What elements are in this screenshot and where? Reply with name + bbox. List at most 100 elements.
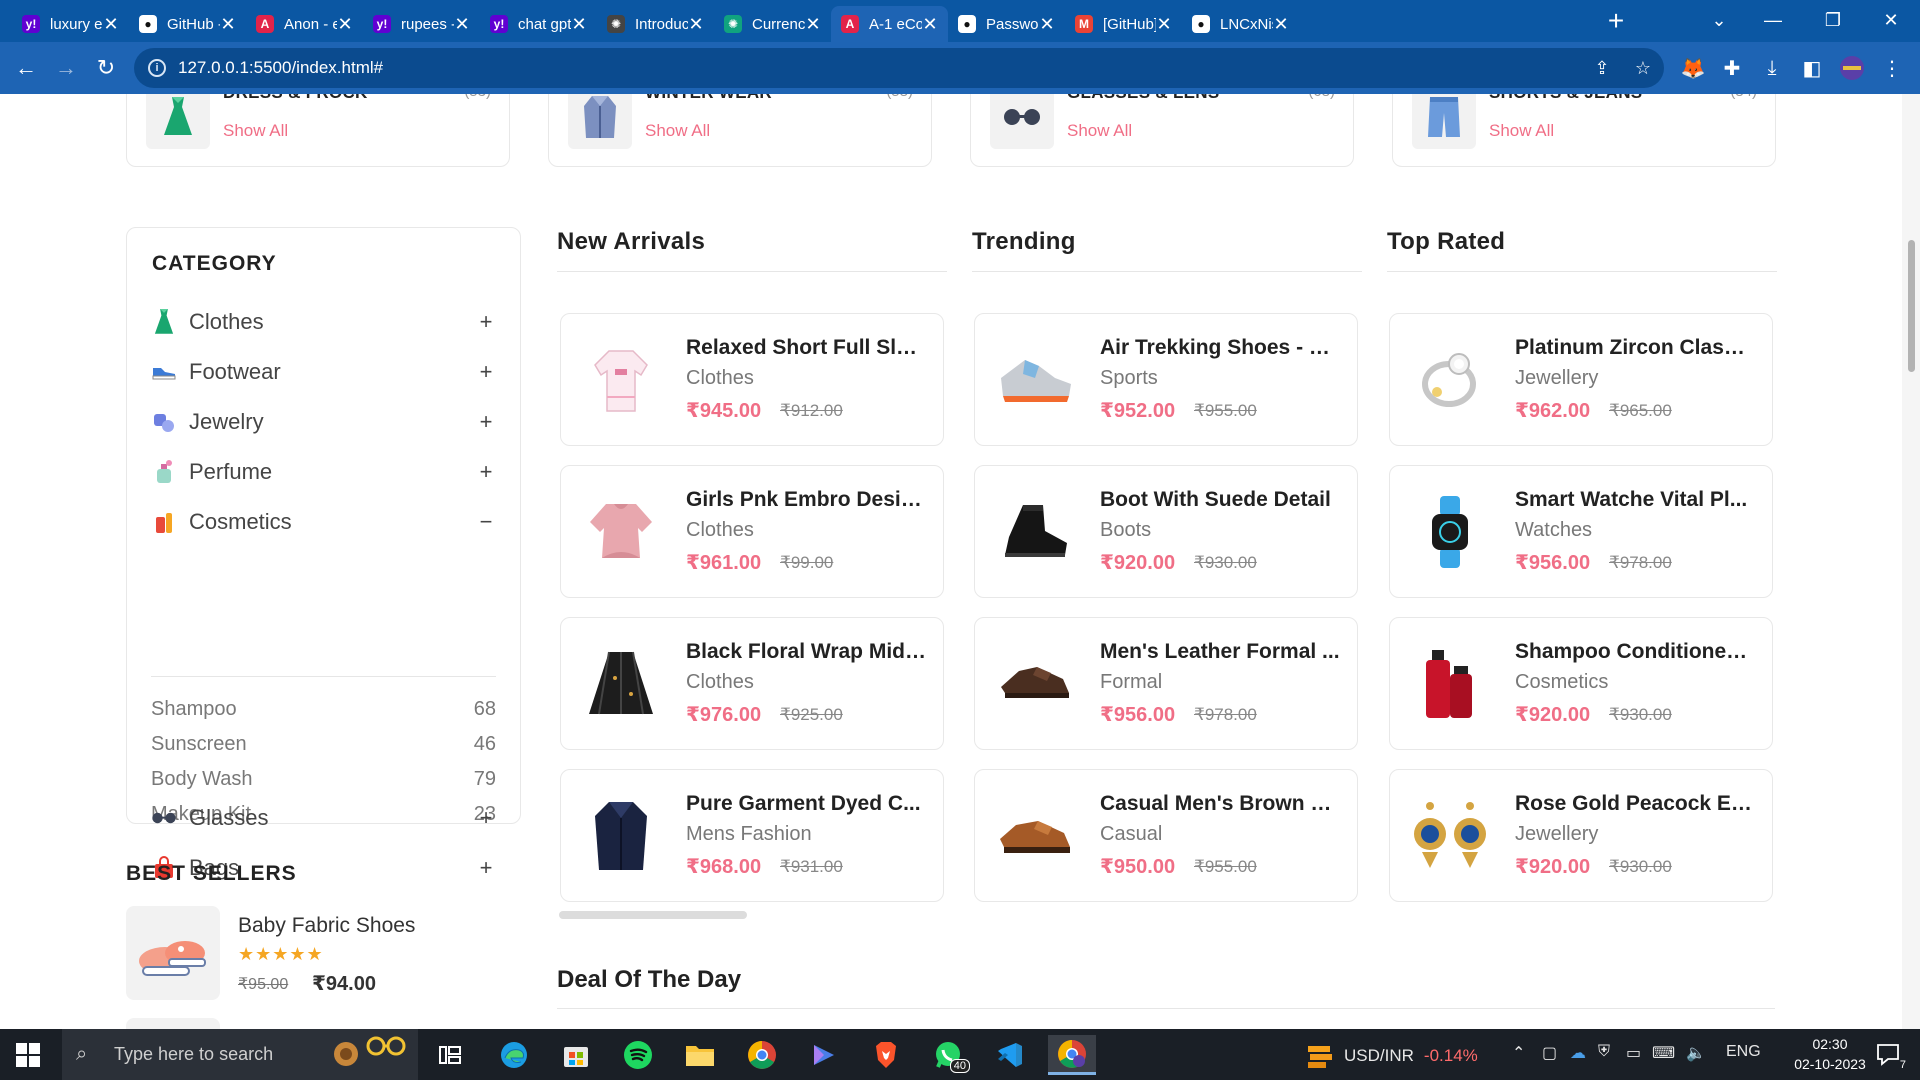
browser-tab[interactable]: ● Passwor ✕: [948, 6, 1065, 42]
product-category[interactable]: Jewellery: [1515, 823, 1598, 846]
product-card[interactable]: Smart Watche Vital Pl... Watches ₹956.00 ₹9…: [1389, 465, 1773, 598]
close-tab-icon[interactable]: ✕: [1273, 14, 1289, 35]
product-card[interactable]: Girls Pnk Embro Desig... Clothes ₹961.00 ₹9…: [560, 465, 944, 598]
product-category[interactable]: Watches: [1515, 519, 1592, 542]
boot-icon[interactable]: [995, 492, 1075, 572]
expand-toggle-icon[interactable]: +: [476, 359, 496, 385]
best-seller-name[interactable]: Baby Fabric Shoes: [238, 914, 415, 938]
show-all-link[interactable]: Show All: [1067, 121, 1132, 141]
search-highlight-icon[interactable]: [326, 1032, 410, 1077]
best-seller-card[interactable]: Baby Fabric Shoes ★★★★★ ₹95.00 ₹94.00: [126, 906, 521, 1002]
battery-icon[interactable]: ▭: [1626, 1043, 1641, 1063]
sidebar-item-jewelry[interactable]: Jewelry +: [151, 402, 496, 442]
sidebar-item-cosmetics[interactable]: Cosmetics −: [151, 502, 496, 542]
formal-shoe-icon[interactable]: [995, 644, 1075, 724]
top-icon[interactable]: [581, 492, 661, 572]
close-window-button[interactable]: ✕: [1866, 0, 1916, 40]
new-tab-button[interactable]: +: [1598, 6, 1634, 36]
volume-icon[interactable]: 🔈: [1686, 1043, 1706, 1063]
sidebar-item-footwear[interactable]: Footwear +: [151, 352, 496, 392]
ring-icon[interactable]: [1410, 340, 1490, 420]
chrome-icon[interactable]: [738, 1035, 786, 1075]
browser-menu-icon[interactable]: ⋮: [1878, 54, 1906, 82]
product-card[interactable]: Rose Gold Peacock Ea... Jewellery ₹920.00 ₹…: [1389, 769, 1773, 902]
brave-icon[interactable]: [862, 1035, 910, 1075]
product-name[interactable]: Smart Watche Vital Pl...: [1515, 488, 1755, 512]
subcategory-item[interactable]: Shampoo 68: [151, 694, 496, 724]
close-tab-icon[interactable]: ✕: [805, 14, 821, 35]
browser-tab[interactable]: ● LNCxNis✕: [1182, 6, 1299, 42]
product-name[interactable]: Boot With Suede Detail: [1100, 488, 1340, 512]
language-indicator[interactable]: ENG: [1726, 1043, 1761, 1061]
category-card[interactable]: Winter Wear (58) Show All: [548, 94, 932, 167]
tab-search-icon[interactable]: ⌄: [1694, 0, 1744, 40]
close-tab-icon[interactable]: ✕: [922, 14, 938, 35]
microsoft-store-icon[interactable]: [552, 1035, 600, 1075]
product-category[interactable]: Sports: [1100, 367, 1158, 390]
horizontal-scrollbar[interactable]: [559, 911, 747, 919]
product-card[interactable]: Boot With Suede Detail Boots ₹920.00 ₹930.0…: [974, 465, 1358, 598]
whatsapp-icon[interactable]: 40: [924, 1035, 972, 1075]
share-icon[interactable]: ⇪: [1591, 57, 1613, 79]
expand-toggle-icon[interactable]: +: [476, 855, 496, 881]
category-card[interactable]: Dress & Frock (53) Show All: [126, 94, 510, 167]
product-category[interactable]: Formal: [1100, 671, 1162, 694]
sidebar-item-perfume[interactable]: Perfume +: [151, 452, 496, 492]
windows-start-icon[interactable]: [16, 1043, 40, 1067]
product-category[interactable]: Casual: [1100, 823, 1162, 846]
metamask-icon[interactable]: 🦊: [1679, 54, 1707, 82]
product-category[interactable]: Clothes: [686, 367, 754, 390]
close-tab-icon[interactable]: ✕: [571, 14, 587, 35]
product-card[interactable]: Men's Leather Formal ... Formal ₹956.00 ₹97…: [974, 617, 1358, 750]
page-scrollbar[interactable]: [1902, 94, 1920, 1029]
close-tab-icon[interactable]: ✕: [454, 14, 470, 35]
expand-toggle-icon[interactable]: +: [476, 805, 496, 831]
category-card[interactable]: Glasses & Lens (68) Show All: [970, 94, 1354, 167]
power-automate-icon[interactable]: [800, 1035, 848, 1075]
product-category[interactable]: Cosmetics: [1515, 671, 1608, 694]
product-category[interactable]: Clothes: [686, 671, 754, 694]
close-tab-icon[interactable]: ✕: [688, 14, 704, 35]
sneaker-icon[interactable]: [995, 340, 1075, 420]
forward-button[interactable]: →: [50, 52, 82, 84]
product-name[interactable]: Shampoo Conditioner ...: [1515, 640, 1755, 664]
product-name[interactable]: Casual Men's Brown S...: [1100, 792, 1340, 816]
profile-avatar[interactable]: [1838, 54, 1866, 82]
side-panel-icon[interactable]: ◧: [1798, 54, 1826, 82]
browser-tab[interactable]: M [GitHub] ✕: [1065, 6, 1182, 42]
baby-shoes-image[interactable]: [126, 906, 220, 1000]
download-icon[interactable]: ⤓: [1758, 54, 1786, 82]
back-button[interactable]: ←: [10, 52, 42, 84]
browser-tab[interactable]: y! chat gpt ✕: [480, 6, 597, 42]
taskbar-search[interactable]: ⌕ Type here to search: [62, 1029, 418, 1080]
subcategory-item[interactable]: Body Wash 79: [151, 764, 496, 794]
chevron-up-icon[interactable]: ⌃: [1512, 1043, 1525, 1063]
skirt-icon[interactable]: [581, 644, 661, 724]
edge-icon[interactable]: [490, 1035, 538, 1075]
browser-tab[interactable]: ✺ Introduc ✕: [597, 6, 714, 42]
sidebar-item-glasses[interactable]: Glasses +: [151, 798, 496, 838]
minimize-button[interactable]: —: [1748, 0, 1798, 40]
notification-icon[interactable]: 7: [1876, 1043, 1906, 1071]
currency-ticker[interactable]: USD/INR -0.14%: [1306, 1042, 1478, 1070]
close-tab-icon[interactable]: ✕: [220, 14, 236, 35]
show-all-link[interactable]: Show All: [1489, 121, 1554, 141]
expand-toggle-icon[interactable]: +: [476, 459, 496, 485]
product-name[interactable]: Girls Pnk Embro Desig...: [686, 488, 926, 512]
sidebar-item-clothes[interactable]: Clothes +: [151, 302, 496, 342]
sweater-icon[interactable]: [581, 340, 661, 420]
product-category[interactable]: Clothes: [686, 519, 754, 542]
vscode-icon[interactable]: [986, 1035, 1034, 1075]
product-card[interactable]: Air Trekking Shoes - W... Sports ₹952.00 ₹9…: [974, 313, 1358, 446]
show-all-link[interactable]: Show All: [645, 121, 710, 141]
expand-toggle-icon[interactable]: +: [476, 309, 496, 335]
product-card[interactable]: Black Floral Wrap Midi... Clothes ₹976.00 ₹…: [560, 617, 944, 750]
close-tab-icon[interactable]: ✕: [1039, 14, 1055, 35]
product-card[interactable]: Relaxed Short Full Slee... Clothes ₹945.00…: [560, 313, 944, 446]
browser-tab[interactable]: ● GitHub - ✕: [129, 6, 246, 42]
earrings-icon[interactable]: [1410, 796, 1490, 876]
product-card[interactable]: Pure Garment Dyed C... Mens Fashion ₹968.0…: [560, 769, 944, 902]
meet-now-icon[interactable]: ▢: [1542, 1043, 1557, 1063]
reload-button[interactable]: ↻: [90, 52, 122, 84]
browser-tab[interactable]: ✺ Currency✕: [714, 6, 831, 42]
